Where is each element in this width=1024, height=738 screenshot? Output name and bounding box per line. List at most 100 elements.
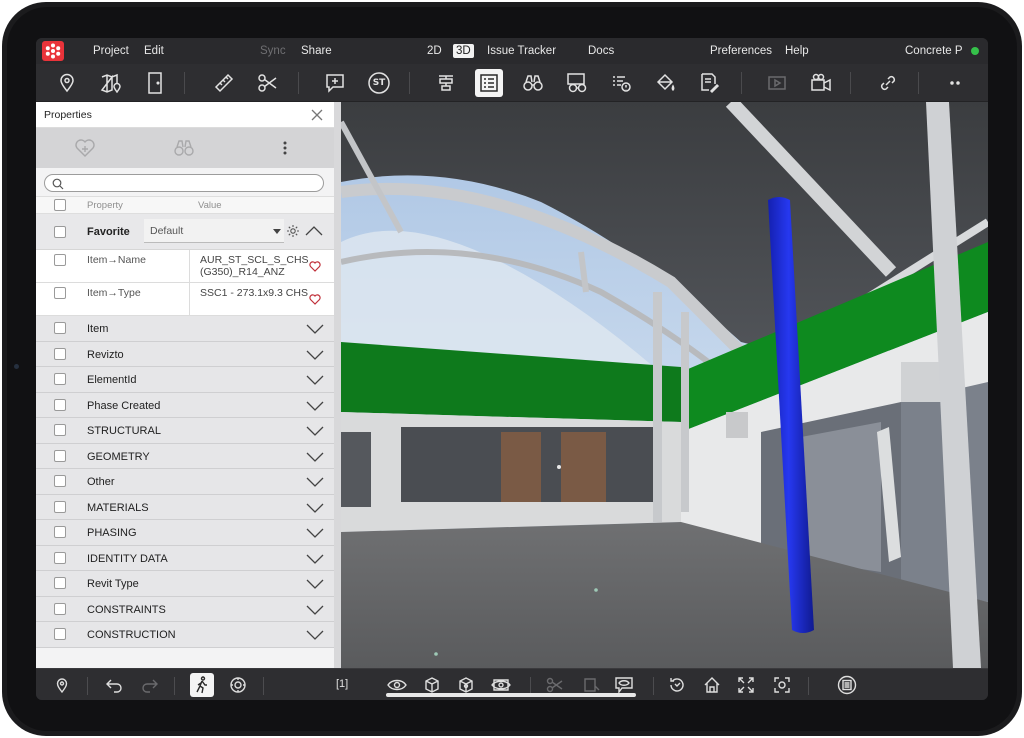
panel-resize-handle[interactable] <box>334 102 341 668</box>
link-icon[interactable] <box>874 69 902 97</box>
menu-issue-tracker[interactable]: Issue Tracker <box>487 45 556 57</box>
chevron-down-icon[interactable] <box>306 350 324 360</box>
door-icon[interactable] <box>141 69 169 97</box>
view-menu-icon[interactable] <box>835 673 859 697</box>
stamp-icon[interactable]: ST <box>365 69 393 97</box>
menu-share[interactable]: Share <box>301 45 332 57</box>
section-checkbox[interactable] <box>54 526 66 538</box>
favorite-select[interactable]: Default <box>144 219 284 243</box>
chevron-down-icon[interactable] <box>306 554 324 564</box>
app-logo-icon[interactable] <box>42 41 64 61</box>
scissors-icon[interactable] <box>254 69 282 97</box>
close-icon[interactable] <box>310 108 324 122</box>
orbit-mode-icon[interactable] <box>226 673 250 697</box>
property-section[interactable]: CONSTRUCTION <box>36 622 334 648</box>
chevron-down-icon[interactable] <box>306 528 324 538</box>
chevron-up-icon[interactable] <box>305 225 323 237</box>
property-section[interactable]: MATERIALS <box>36 494 334 520</box>
section-checkbox[interactable] <box>54 322 66 334</box>
video-camera-icon[interactable] <box>807 69 835 97</box>
property-section[interactable]: PHASING <box>36 520 334 546</box>
3d-model-scene[interactable] <box>341 102 988 668</box>
fit-to-view-icon[interactable] <box>734 673 758 697</box>
section-checkbox[interactable] <box>54 347 66 360</box>
chevron-down-icon[interactable] <box>306 324 324 334</box>
kebab-menu-icon[interactable] <box>273 137 297 159</box>
chevron-down-icon[interactable] <box>306 426 324 436</box>
more-icon[interactable] <box>941 69 969 97</box>
paint-bucket-icon[interactable] <box>651 69 679 97</box>
section-checkbox[interactable] <box>54 628 66 640</box>
search-sets-icon[interactable] <box>172 137 196 159</box>
project-name[interactable]: Concrete P <box>905 45 963 57</box>
property-section[interactable]: Revizto <box>36 341 334 367</box>
menu-edit[interactable]: Edit <box>144 45 164 57</box>
menu-docs[interactable]: Docs <box>588 45 614 57</box>
menu-2d[interactable]: 2D <box>427 45 442 57</box>
property-section[interactable]: IDENTITY DATA <box>36 545 334 571</box>
property-checkbox[interactable] <box>54 254 66 266</box>
gear-icon[interactable] <box>286 224 300 238</box>
map-pin-icon[interactable] <box>97 69 125 97</box>
add-markup-icon[interactable] <box>321 69 349 97</box>
favorite-heart-icon[interactable] <box>309 294 321 305</box>
chevron-down-icon[interactable] <box>306 579 324 589</box>
section-checkbox[interactable] <box>54 500 66 513</box>
property-section[interactable]: Other <box>36 469 334 495</box>
home-indicator[interactable] <box>386 693 636 697</box>
property-section[interactable]: Phase Created <box>36 392 334 418</box>
property-section[interactable]: GEOMETRY <box>36 443 334 469</box>
reset-view-icon[interactable] <box>665 673 689 697</box>
section-checkbox[interactable] <box>54 577 66 589</box>
property-search-input[interactable] <box>44 174 324 192</box>
home-icon[interactable] <box>700 673 724 697</box>
chevron-down-icon[interactable] <box>306 477 324 487</box>
property-section[interactable]: Item <box>36 316 334 342</box>
section-checkbox[interactable] <box>54 475 66 487</box>
property-checkbox[interactable] <box>54 287 66 299</box>
section-checkbox[interactable] <box>54 398 66 411</box>
3d-viewport[interactable] <box>341 102 988 668</box>
menu-project[interactable]: Project <box>93 45 129 57</box>
menu-sync[interactable]: Sync <box>260 45 286 57</box>
location-pin-icon[interactable] <box>53 69 81 97</box>
properties-icon[interactable] <box>475 69 503 97</box>
favorite-checkbox[interactable] <box>54 226 66 238</box>
select-all-checkbox[interactable] <box>54 199 66 211</box>
presentation-icon[interactable] <box>763 69 791 97</box>
chevron-down-icon[interactable] <box>306 401 324 411</box>
search-sets-icon[interactable] <box>563 69 591 97</box>
menu-help[interactable]: Help <box>785 45 809 57</box>
chevron-down-icon[interactable] <box>306 630 324 640</box>
section-checkbox[interactable] <box>54 551 66 564</box>
property-section[interactable]: Revit Type <box>36 571 334 597</box>
ruler-icon[interactable] <box>210 69 238 97</box>
menu-3d[interactable]: 3D <box>453 44 474 58</box>
section-checkbox[interactable] <box>54 602 66 615</box>
property-section[interactable]: STRUCTURAL <box>36 418 334 444</box>
page-indicator[interactable]: [1] <box>336 678 348 690</box>
section-checkbox[interactable] <box>54 449 66 462</box>
issue-list-icon[interactable] <box>607 69 635 97</box>
menu-preferences[interactable]: Preferences <box>710 45 772 57</box>
property-section[interactable]: CONSTRAINTS <box>36 596 334 622</box>
section-checkbox[interactable] <box>54 373 66 385</box>
chevron-down-icon[interactable] <box>306 503 324 513</box>
chevron-down-icon[interactable] <box>306 605 324 615</box>
redo-icon[interactable] <box>138 673 162 697</box>
favorite-heart-icon[interactable] <box>309 261 321 272</box>
chevron-down-icon[interactable] <box>306 452 324 462</box>
walk-mode-icon[interactable] <box>190 673 214 697</box>
property-row[interactable]: Item→Type SSC1 - 273.1x9.3 CHS <box>36 283 334 316</box>
binoculars-icon[interactable] <box>519 69 547 97</box>
chevron-down-icon[interactable] <box>306 375 324 385</box>
add-favorite-icon[interactable] <box>73 137 97 159</box>
zoom-selection-icon[interactable] <box>770 673 794 697</box>
layers-icon[interactable] <box>432 69 460 97</box>
property-section[interactable]: ElementId <box>36 367 334 393</box>
section-checkbox[interactable] <box>54 424 66 436</box>
report-edit-icon[interactable] <box>695 69 723 97</box>
property-row[interactable]: Item→Name AUR_ST_SCL_S_CHS (G350)_R14_ANZ <box>36 250 334 283</box>
location-pin-icon[interactable] <box>50 673 74 697</box>
undo-icon[interactable] <box>102 673 126 697</box>
